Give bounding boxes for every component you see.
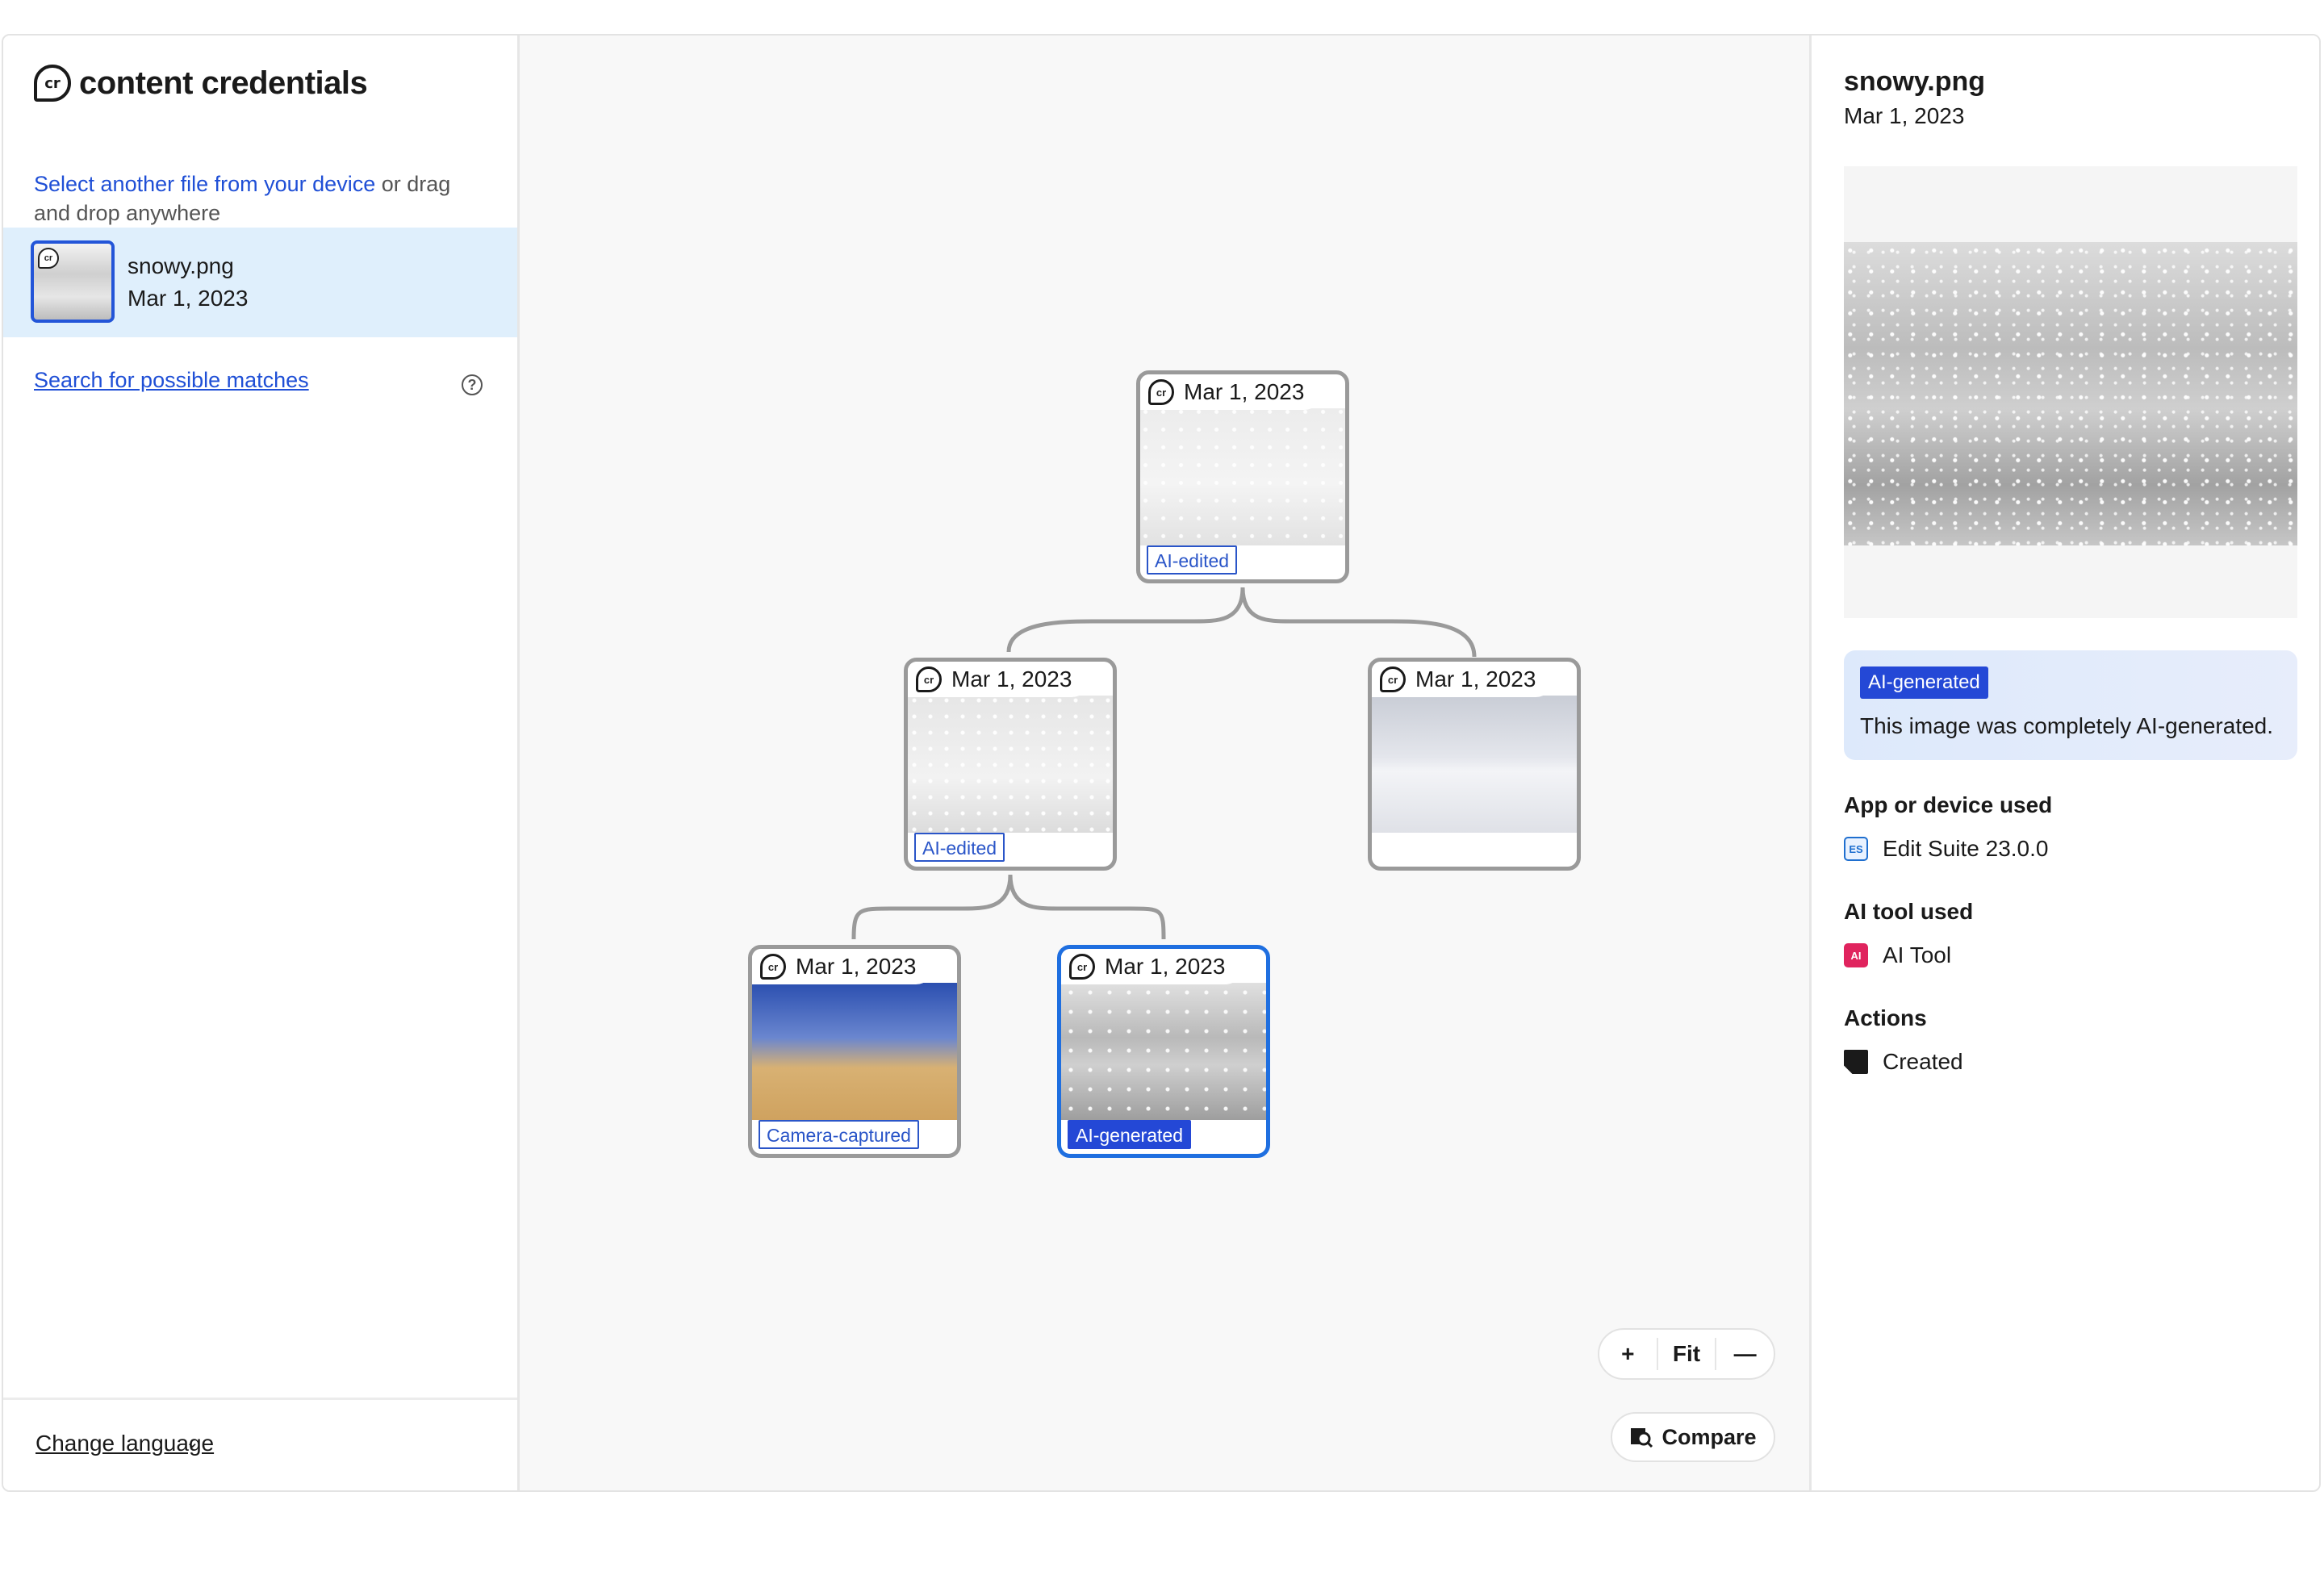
ai-edited-badge: AI-edited [914,833,1005,862]
node-date: Mar 1, 2023 [1415,666,1536,692]
action-created-label: Created [1883,1049,1963,1074]
ai-tool-item: AI AI Tool [1844,942,1951,968]
connector-root-midleft [1006,587,1245,653]
panel-date: Mar 1, 2023 [1844,103,1965,128]
details-panel: snowy.png Mar 1, 2023 AI-generated This … [1809,36,2319,1490]
ai-generated-info: AI-generated This image was completely A… [1844,650,2297,760]
connector-midleft-leafright [1008,874,1166,940]
app-used-title: App or device used [1844,792,2053,817]
file-list-item[interactable]: cr snowy.png Mar 1, 2023 [3,228,517,337]
provenance-canvas[interactable]: cr Mar 1, 2023 AI-edited cr Mar 1, 2023 … [520,36,1809,1490]
ai-tool-icon: AI [1844,943,1868,967]
select-file-text: Select another file from your device or … [34,169,486,228]
node-image [1140,408,1345,545]
sidebar-footer: Change language ⌄ [3,1398,517,1490]
camera-captured-badge: Camera-captured [759,1120,919,1149]
select-file-link[interactable]: Select another file from your device [34,172,375,196]
compare-label: Compare [1661,1424,1757,1449]
compare-button[interactable]: Compare [1611,1412,1775,1462]
cr-badge-icon: cr [916,666,942,692]
node-header: cr Mar 1, 2023 [1372,662,1554,697]
node-header: cr Mar 1, 2023 [908,662,1090,697]
node-date: Mar 1, 2023 [796,954,917,979]
app-used-item: ES Edit Suite 23.0.0 [1844,836,2048,862]
node-date: Mar 1, 2023 [1105,954,1226,979]
cr-badge-icon: cr [1148,379,1174,405]
ai-edited-badge: AI-edited [1147,545,1238,575]
brand: cr content credentials [34,65,368,102]
tree-node-mid-right[interactable]: cr Mar 1, 2023 [1368,658,1581,871]
sidebar: cr content credentials Select another fi… [3,36,520,1490]
tree-node-leaf-right-selected[interactable]: cr Mar 1, 2023 AI-generated [1057,945,1270,1158]
zoom-in-button[interactable]: + [1599,1330,1657,1378]
tree-node-root[interactable]: cr Mar 1, 2023 AI-edited [1136,370,1349,583]
ai-tool-name: AI Tool [1883,942,1952,967]
chevron-down-icon[interactable]: ⌄ [186,1432,199,1452]
node-image [908,696,1113,833]
created-icon [1844,1050,1868,1074]
cr-badge-icon: cr [38,248,59,269]
actions-title: Actions [1844,1005,1927,1030]
ai-generated-badge: AI-generated [1860,666,1988,699]
node-header: cr Mar 1, 2023 [752,949,934,984]
brand-name: content credentials [79,65,368,101]
node-image [1372,696,1577,833]
image-preview [1844,242,2297,545]
action-item-created: Created [1844,1049,1963,1075]
cr-badge-icon: cr [1380,666,1406,692]
node-image [1061,983,1266,1120]
app-window: cr content credentials Select another fi… [2,34,2321,1492]
zoom-out-button[interactable]: — [1716,1330,1774,1378]
node-image [752,983,957,1120]
ai-generated-badge: AI-generated [1068,1120,1191,1149]
ai-tool-title: AI tool used [1844,899,1974,924]
tree-node-mid-left[interactable]: cr Mar 1, 2023 AI-edited [904,658,1117,871]
panel-title: snowy.png [1844,66,1986,97]
node-header: cr Mar 1, 2023 [1140,374,1323,410]
cr-badge-icon: cr [760,954,786,980]
fit-button[interactable]: Fit [1658,1330,1716,1378]
app-name: Edit Suite 23.0.0 [1883,836,2049,861]
tree-connectors [851,587,1477,940]
compare-magnifier-icon [1631,1428,1653,1448]
zoom-controls: + Fit — [1598,1328,1775,1380]
tree-node-leaf-left[interactable]: cr Mar 1, 2023 Camera-captured [748,945,961,1158]
cr-badge-icon: cr [1069,954,1095,980]
edit-suite-icon: ES [1844,837,1868,861]
content-credentials-logo-icon: cr [34,65,71,102]
ai-generated-description: This image was completely AI-generated. [1860,713,2274,738]
node-date: Mar 1, 2023 [951,666,1072,692]
node-header: cr Mar 1, 2023 [1061,949,1244,984]
node-date: Mar 1, 2023 [1184,379,1305,404]
help-icon[interactable]: ? [462,374,483,395]
file-name: snowy.png [127,253,234,278]
connector-root-midright [1240,587,1477,658]
file-date: Mar 1, 2023 [127,286,249,311]
connector-midleft-leafleft [851,874,1013,940]
search-matches-link[interactable]: Search for possible matches [34,368,309,393]
file-thumbnail: cr [31,240,115,323]
